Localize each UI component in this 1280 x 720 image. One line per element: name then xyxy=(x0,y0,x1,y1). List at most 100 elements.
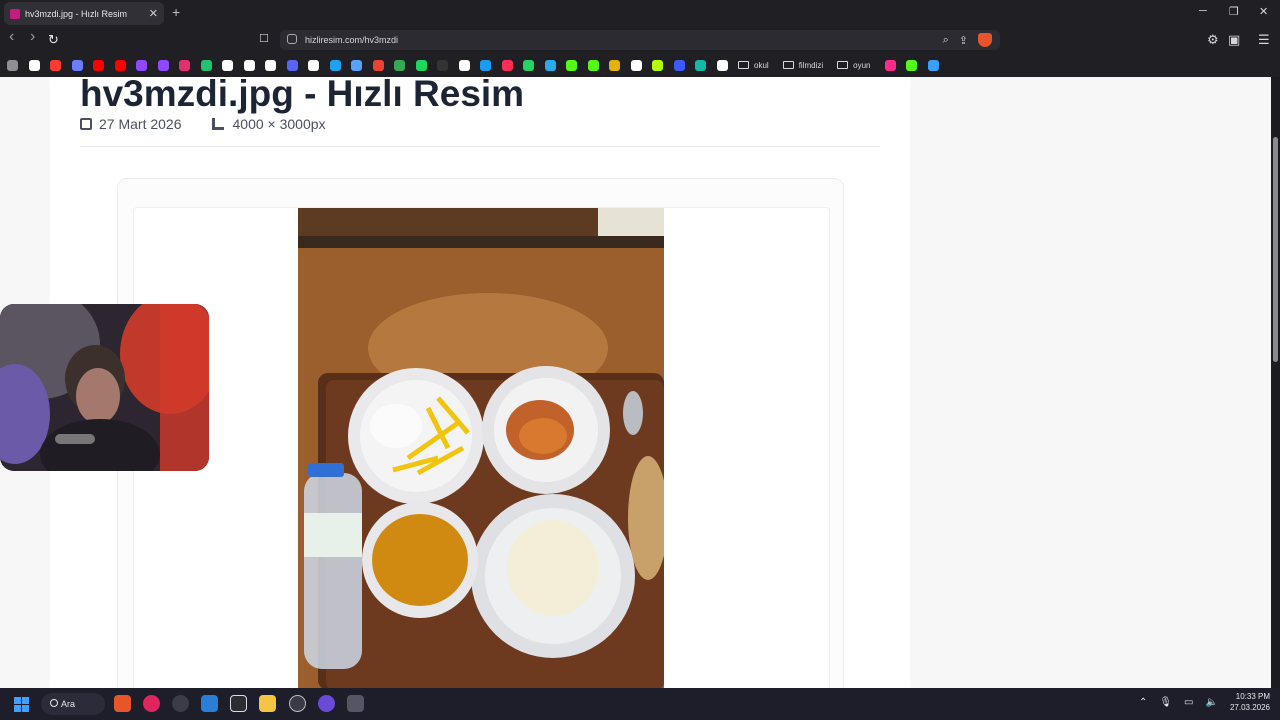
brave-app-icon[interactable] xyxy=(114,695,131,712)
wallet-icon[interactable]: ▣ xyxy=(1228,32,1240,48)
image-dimensions: 4000 × 3000px xyxy=(232,116,326,132)
bookmark-icon[interactable] xyxy=(927,59,939,71)
photos-app-icon[interactable] xyxy=(201,695,218,712)
bookmark-icon[interactable] xyxy=(394,59,405,71)
bookmark-icon[interactable] xyxy=(28,59,40,71)
bookmark-folder-label: filmdizi xyxy=(798,60,824,70)
bookmark-icon[interactable] xyxy=(7,59,18,71)
minimize-button[interactable]: ─ xyxy=(1199,5,1207,17)
bookmark-icon[interactable] xyxy=(372,59,384,71)
brave-shield-icon[interactable] xyxy=(978,33,992,47)
tab-close-icon[interactable]: ✕ xyxy=(149,7,158,20)
bookmark-icon[interactable] xyxy=(587,59,599,71)
folder-icon xyxy=(782,61,794,69)
share-icon[interactable]: ⇪ xyxy=(959,34,968,47)
bookmark-icon[interactable] xyxy=(329,59,341,71)
taskbar: Ara ⌃ 🎙 ▭ 🔈 10:33 PM 27.03.2026 xyxy=(0,688,1280,720)
bookmark-icon[interactable] xyxy=(222,59,233,71)
tab-title: hv3mzdi.jpg - Hızlı Resim xyxy=(25,8,128,19)
vpn-app-icon[interactable] xyxy=(230,695,247,712)
file-explorer-app-icon[interactable] xyxy=(259,695,276,712)
page-scrollbar[interactable] xyxy=(1271,77,1280,688)
bookmark-icon[interactable] xyxy=(652,59,663,71)
reload-button[interactable]: ↻ xyxy=(48,32,59,48)
bookmark-page-button[interactable]: ☐ xyxy=(259,32,269,45)
search-icon xyxy=(50,699,58,707)
game-app-icon[interactable] xyxy=(347,695,364,712)
browser-app-icon[interactable] xyxy=(289,695,306,712)
ruler-icon xyxy=(211,118,224,130)
bookmark-folder-label: okul xyxy=(754,60,769,70)
bookmark-icon[interactable] xyxy=(501,59,513,71)
forward-button[interactable]: › xyxy=(30,28,35,46)
image-meta: 27 Mart 2026 4000 × 3000px xyxy=(80,116,326,132)
restore-button[interactable]: ❐ xyxy=(1229,5,1239,18)
page-title: hv3mzdi.jpg - Hızlı Resim xyxy=(80,77,525,114)
new-tab-button[interactable]: + xyxy=(172,4,180,20)
bookmark-icon[interactable] xyxy=(630,59,642,71)
chevron-up-icon[interactable]: ⌃ xyxy=(1139,697,1147,708)
clock[interactable]: 10:33 PM 27.03.2026 xyxy=(1230,691,1270,713)
extensions-icon[interactable]: ⚙ xyxy=(1207,32,1219,48)
bookmark-icon[interactable] xyxy=(673,59,685,71)
bookmark-icon[interactable] xyxy=(71,59,83,71)
bookmark-icon[interactable] xyxy=(695,59,706,71)
divider xyxy=(80,146,880,147)
bookmark-icon[interactable] xyxy=(544,59,556,71)
bookmark-icon[interactable] xyxy=(179,59,190,71)
back-button[interactable]: ‹ xyxy=(9,28,14,46)
bookmark-icon[interactable] xyxy=(351,59,362,71)
bookmark-icon[interactable] xyxy=(265,59,276,71)
bookmark-icon[interactable] xyxy=(458,59,470,71)
tab-bar: hv3mzdi.jpg - Hızlı Resim ✕ + ─ ❐ ✕ xyxy=(0,0,1280,27)
browser-tab[interactable]: hv3mzdi.jpg - Hızlı Resim ✕ xyxy=(4,2,164,25)
scrollbar-thumb[interactable] xyxy=(1273,137,1278,362)
bookmark-icon[interactable] xyxy=(884,59,896,71)
bookmark-folder-oyun[interactable]: oyun xyxy=(837,60,871,70)
synapse-app-icon[interactable] xyxy=(318,695,335,712)
media-player-app-icon[interactable] xyxy=(143,695,160,712)
close-window-button[interactable]: ✕ xyxy=(1259,5,1268,18)
bookmark-icon[interactable] xyxy=(157,59,169,71)
camera-app-icon[interactable] xyxy=(172,695,189,712)
bookmark-icon[interactable] xyxy=(906,59,917,71)
bookmark-folder-label: oyun xyxy=(853,60,871,70)
volume-icon[interactable]: 🔈 xyxy=(1206,697,1218,708)
clock-time: 10:33 PM xyxy=(1235,692,1270,701)
bookmark-icon[interactable] xyxy=(136,59,147,71)
bookmark-icon[interactable] xyxy=(114,59,126,71)
bookmarks-bar: okul filmdizi oyun xyxy=(0,53,1280,77)
zoom-icon[interactable]: ⌕ xyxy=(943,34,949,47)
calendar-icon xyxy=(80,118,92,130)
bookmark-icon[interactable] xyxy=(286,59,298,71)
bookmark-icon[interactable] xyxy=(566,59,577,71)
bookmark-folder-filmdizi[interactable]: filmdizi xyxy=(782,60,824,70)
bookmark-icon[interactable] xyxy=(308,59,319,71)
system-tray: ⌃ 🎙 ▭ 🔈 10:33 PM 27.03.2026 xyxy=(1127,691,1270,713)
url-text: hizliresim.com/hv3mzdi xyxy=(305,35,399,45)
bookmark-icon[interactable] xyxy=(716,59,728,71)
microphone-icon[interactable]: 🎙 xyxy=(1159,697,1172,708)
windows-start-icon[interactable] xyxy=(14,697,29,712)
bookmark-icon[interactable] xyxy=(243,59,255,71)
bookmark-icon[interactable] xyxy=(609,59,620,71)
menu-icon[interactable]: ☰ xyxy=(1258,32,1270,48)
bookmark-icon[interactable] xyxy=(93,59,104,71)
folder-icon xyxy=(837,61,849,69)
bookmark-icon[interactable] xyxy=(415,59,427,71)
uploaded-image[interactable] xyxy=(298,208,664,688)
navigation-bar: ‹ › ↻ ☐ hizliresim.com/hv3mzdi ⌕ ⇪ ⚙ ▣ ☰ xyxy=(0,27,1280,53)
upload-date: 27 Mart 2026 xyxy=(99,116,182,132)
bookmark-icon[interactable] xyxy=(437,59,448,71)
image-card xyxy=(117,178,844,688)
taskbar-search[interactable]: Ara xyxy=(41,693,105,715)
network-icon[interactable]: ▭ xyxy=(1184,697,1193,708)
bookmark-folder-okul[interactable]: okul xyxy=(738,61,769,70)
bookmark-icon[interactable] xyxy=(50,59,61,71)
site-favicon-icon xyxy=(10,8,20,19)
address-bar[interactable]: hizliresim.com/hv3mzdi ⌕ ⇪ xyxy=(280,30,1000,50)
bookmark-icon[interactable] xyxy=(480,59,491,71)
bookmark-icon[interactable] xyxy=(523,59,534,71)
site-info-icon[interactable] xyxy=(287,34,297,44)
bookmark-icon[interactable] xyxy=(200,59,212,71)
